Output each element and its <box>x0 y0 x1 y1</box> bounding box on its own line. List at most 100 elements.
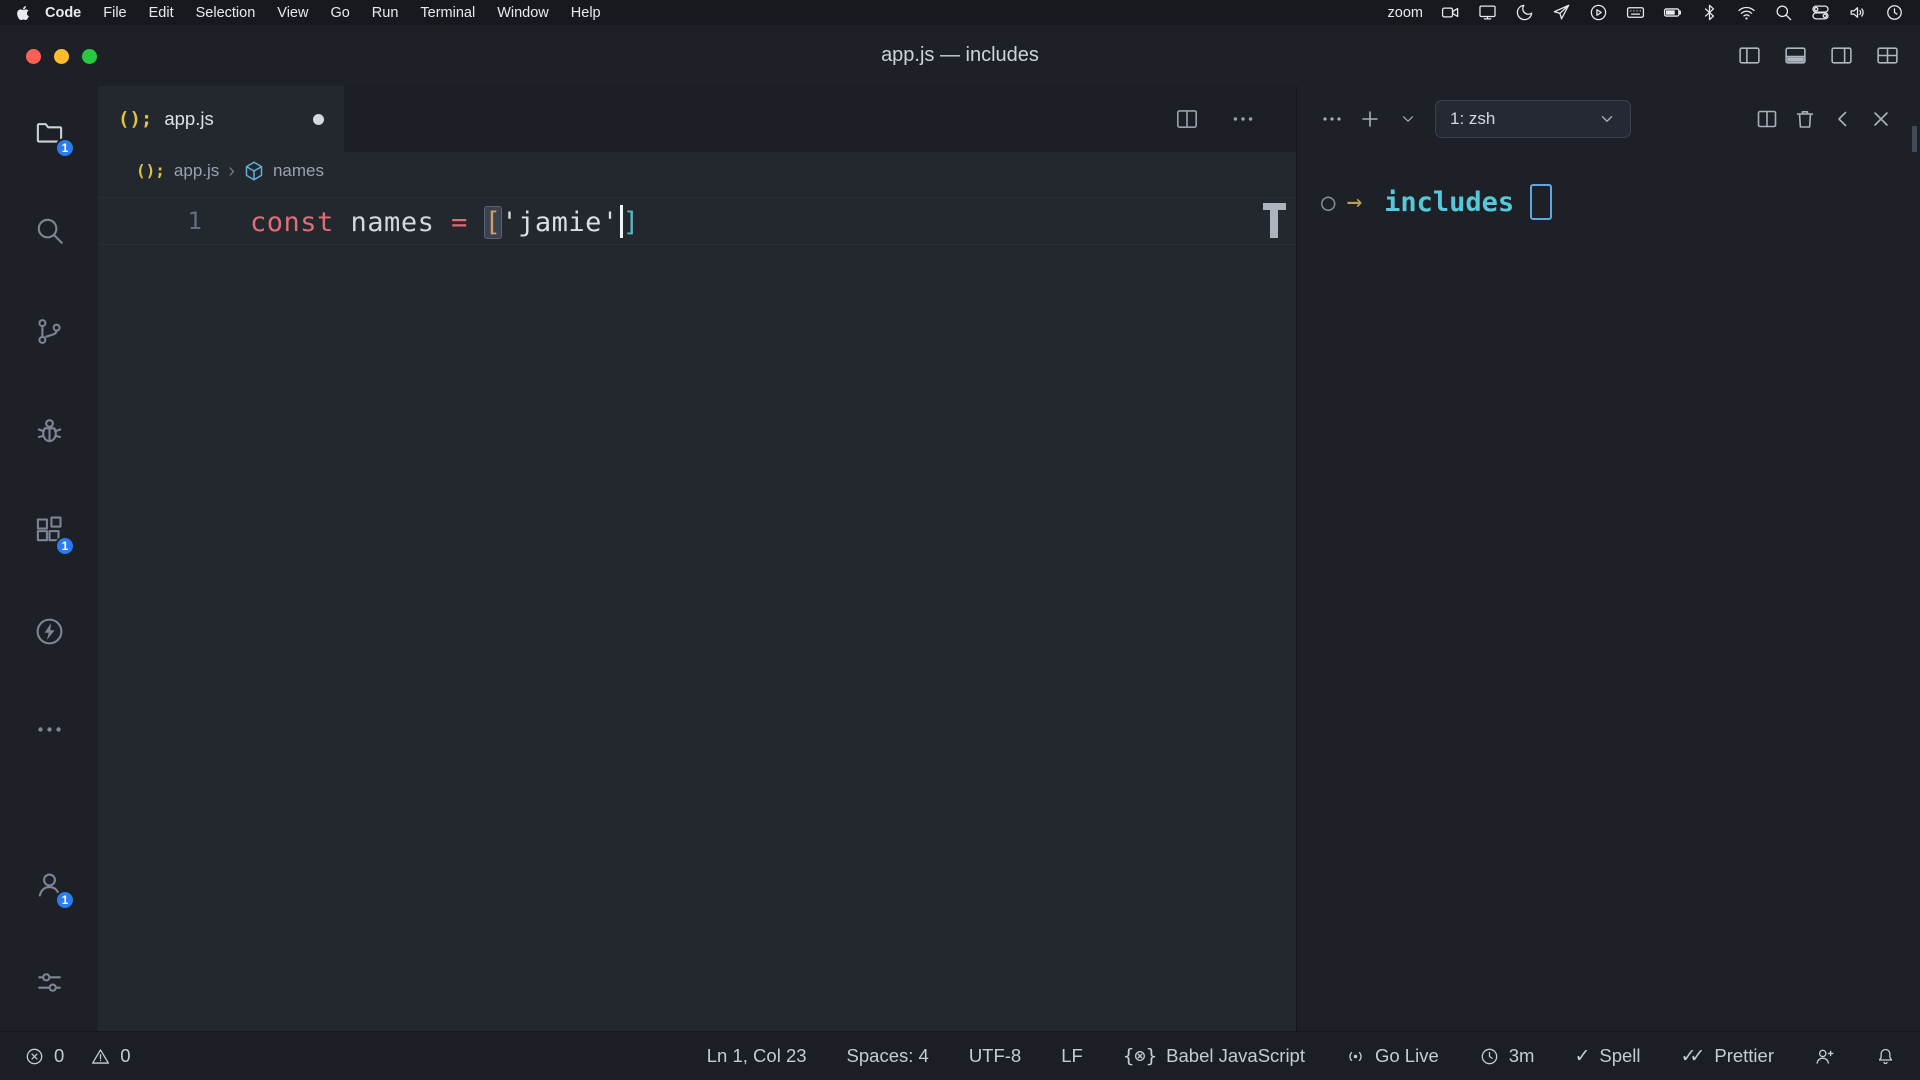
double-check-icon: ✓✓ <box>1681 1045 1706 1068</box>
spell-checker[interactable]: ✓ Spell <box>1574 1045 1640 1068</box>
explorer-badge: 1 <box>55 138 75 158</box>
minimize-window-button[interactable] <box>54 49 69 64</box>
new-terminal-icon[interactable] <box>1353 102 1387 136</box>
zoom-window-button[interactable] <box>82 49 97 64</box>
token-string: 'jamie' <box>501 207 618 238</box>
toggle-panel-icon[interactable] <box>1783 43 1808 68</box>
search-icon[interactable] <box>1774 3 1793 22</box>
cursor-position[interactable]: Ln 1, Col 23 <box>707 1045 807 1067</box>
status-right: Ln 1, Col 23 Spaces: 4 UTF-8 LF {⊗} Babe… <box>707 1045 1896 1068</box>
source-control-icon[interactable] <box>27 309 71 353</box>
problems-errors[interactable]: 0 <box>24 1045 64 1067</box>
menu-window[interactable]: Window <box>486 5 560 21</box>
menu-edit[interactable]: Edit <box>138 5 185 21</box>
display-icon[interactable] <box>1478 3 1497 22</box>
menu-code[interactable]: Code <box>34 5 92 21</box>
code-area[interactable]: 1 const names = ['jamie'] <box>98 189 1296 245</box>
keyboard-icon[interactable] <box>1626 3 1645 22</box>
terminal-more-actions-icon[interactable] <box>1315 102 1349 136</box>
extensions-icon[interactable]: 1 <box>27 508 71 552</box>
control-center-icon[interactable] <box>1811 3 1830 22</box>
line-number[interactable]: 1 <box>98 207 202 235</box>
indentation[interactable]: Spaces: 4 <box>847 1045 929 1067</box>
macos-menubar: Code File Edit Selection View Go Run Ter… <box>0 0 1920 25</box>
unsaved-changes-dot[interactable] <box>313 114 324 125</box>
language-mode[interactable]: {⊗} Babel JavaScript <box>1123 1045 1305 1067</box>
encoding[interactable]: UTF-8 <box>969 1045 1021 1067</box>
maximize-panel-chevron-icon[interactable] <box>1826 102 1860 136</box>
close-panel-icon[interactable] <box>1864 102 1898 136</box>
split-terminal-icon[interactable] <box>1750 102 1784 136</box>
breadcrumb-symbol[interactable]: names <box>273 161 324 181</box>
toggle-primary-sidebar-icon[interactable] <box>1737 43 1762 68</box>
error-icon <box>24 1046 45 1067</box>
terminal-command: includes <box>1384 187 1514 218</box>
code-line-1[interactable]: 1 const names = ['jamie'] <box>98 197 1296 245</box>
breadcrumb-file-icon: (); <box>136 161 165 180</box>
battery-icon[interactable] <box>1663 3 1682 22</box>
toggle-secondary-sidebar-icon[interactable] <box>1829 43 1854 68</box>
terminal-scrollbar[interactable] <box>1912 126 1917 152</box>
menu-go[interactable]: Go <box>319 5 360 21</box>
run-debug-icon[interactable] <box>27 408 71 452</box>
menu-view[interactable]: View <box>266 5 319 21</box>
accounts-badge: 1 <box>55 890 75 910</box>
bell-icon <box>1875 1046 1896 1067</box>
moon-icon[interactable] <box>1515 3 1534 22</box>
kill-terminal-icon[interactable] <box>1788 102 1822 136</box>
token-keyword: const <box>250 207 334 238</box>
paper-plane-icon[interactable] <box>1552 3 1571 22</box>
menu-file[interactable]: File <box>92 5 137 21</box>
bluetooth-icon[interactable] <box>1700 3 1719 22</box>
breadcrumb: (); app.js › names <box>98 152 1296 189</box>
customize-layout-icon[interactable] <box>1875 43 1900 68</box>
problems-warnings[interactable]: 0 <box>90 1045 130 1067</box>
accounts-icon[interactable]: 1 <box>27 862 71 906</box>
menubar-status-icons: zoom <box>1388 3 1904 22</box>
breadcrumb-file[interactable]: app.js <box>174 161 219 181</box>
editor-group: (); app.js (); app.js › names 1 const na… <box>98 86 1296 1032</box>
notifications[interactable] <box>1875 1046 1896 1067</box>
play-circle-icon[interactable] <box>1589 3 1608 22</box>
eol-sequence[interactable]: LF <box>1061 1045 1083 1067</box>
sound-icon[interactable] <box>1848 3 1867 22</box>
tab-app-js[interactable]: (); app.js <box>98 86 344 152</box>
terminal-profile-chevron-icon[interactable] <box>1391 102 1425 136</box>
prompt-status-circle: ○ <box>1321 188 1335 216</box>
window-titlebar: app.js — includes <box>0 25 1920 87</box>
search-sidebar-icon[interactable] <box>27 208 71 252</box>
wifi-icon[interactable] <box>1737 3 1756 22</box>
settings-tune-icon[interactable] <box>27 960 71 1004</box>
window-controls <box>26 49 97 64</box>
prettier[interactable]: ✓✓ Prettier <box>1681 1045 1774 1068</box>
symbol-cube-icon <box>244 161 264 181</box>
terminal-content[interactable]: ○ → includes <box>1297 152 1920 220</box>
tab-bar: (); app.js <box>98 86 1296 152</box>
minimap[interactable] <box>1262 203 1288 253</box>
video-camera-icon[interactable] <box>1441 3 1460 22</box>
accounts-sync[interactable] <box>1814 1046 1835 1067</box>
more-views-icon[interactable] <box>27 707 71 751</box>
status-bar: 0 0 Ln 1, Col 23 Spaces: 4 UTF-8 LF {⊗} … <box>0 1031 1920 1080</box>
explorer-icon[interactable]: 1 <box>27 110 71 154</box>
menu-terminal[interactable]: Terminal <box>409 5 486 21</box>
terminal-panel: 1: zsh ○ → includes <box>1296 86 1920 1032</box>
breadcrumb-separator-icon: › <box>228 161 235 181</box>
check-icon: ✓ <box>1574 1045 1590 1068</box>
close-window-button[interactable] <box>26 49 41 64</box>
go-live[interactable]: Go Live <box>1345 1045 1439 1067</box>
apple-menu-icon[interactable] <box>16 5 30 21</box>
more-actions-icon[interactable] <box>1230 106 1256 132</box>
terminal-shell-select[interactable]: 1: zsh <box>1435 100 1631 138</box>
terminal-shell-label: 1: zsh <box>1450 109 1495 129</box>
code-text[interactable]: const names = ['jamie'] <box>250 205 639 238</box>
menu-selection[interactable]: Selection <box>185 5 267 21</box>
timer[interactable]: 3m <box>1479 1045 1535 1067</box>
layout-controls <box>1737 25 1900 86</box>
menu-run[interactable]: Run <box>361 5 410 21</box>
split-editor-icon[interactable] <box>1174 106 1200 132</box>
clock-icon[interactable] <box>1885 3 1904 22</box>
thunder-client-icon[interactable] <box>27 609 71 653</box>
zoom-menu-label[interactable]: zoom <box>1388 5 1423 21</box>
menu-help[interactable]: Help <box>560 5 612 21</box>
